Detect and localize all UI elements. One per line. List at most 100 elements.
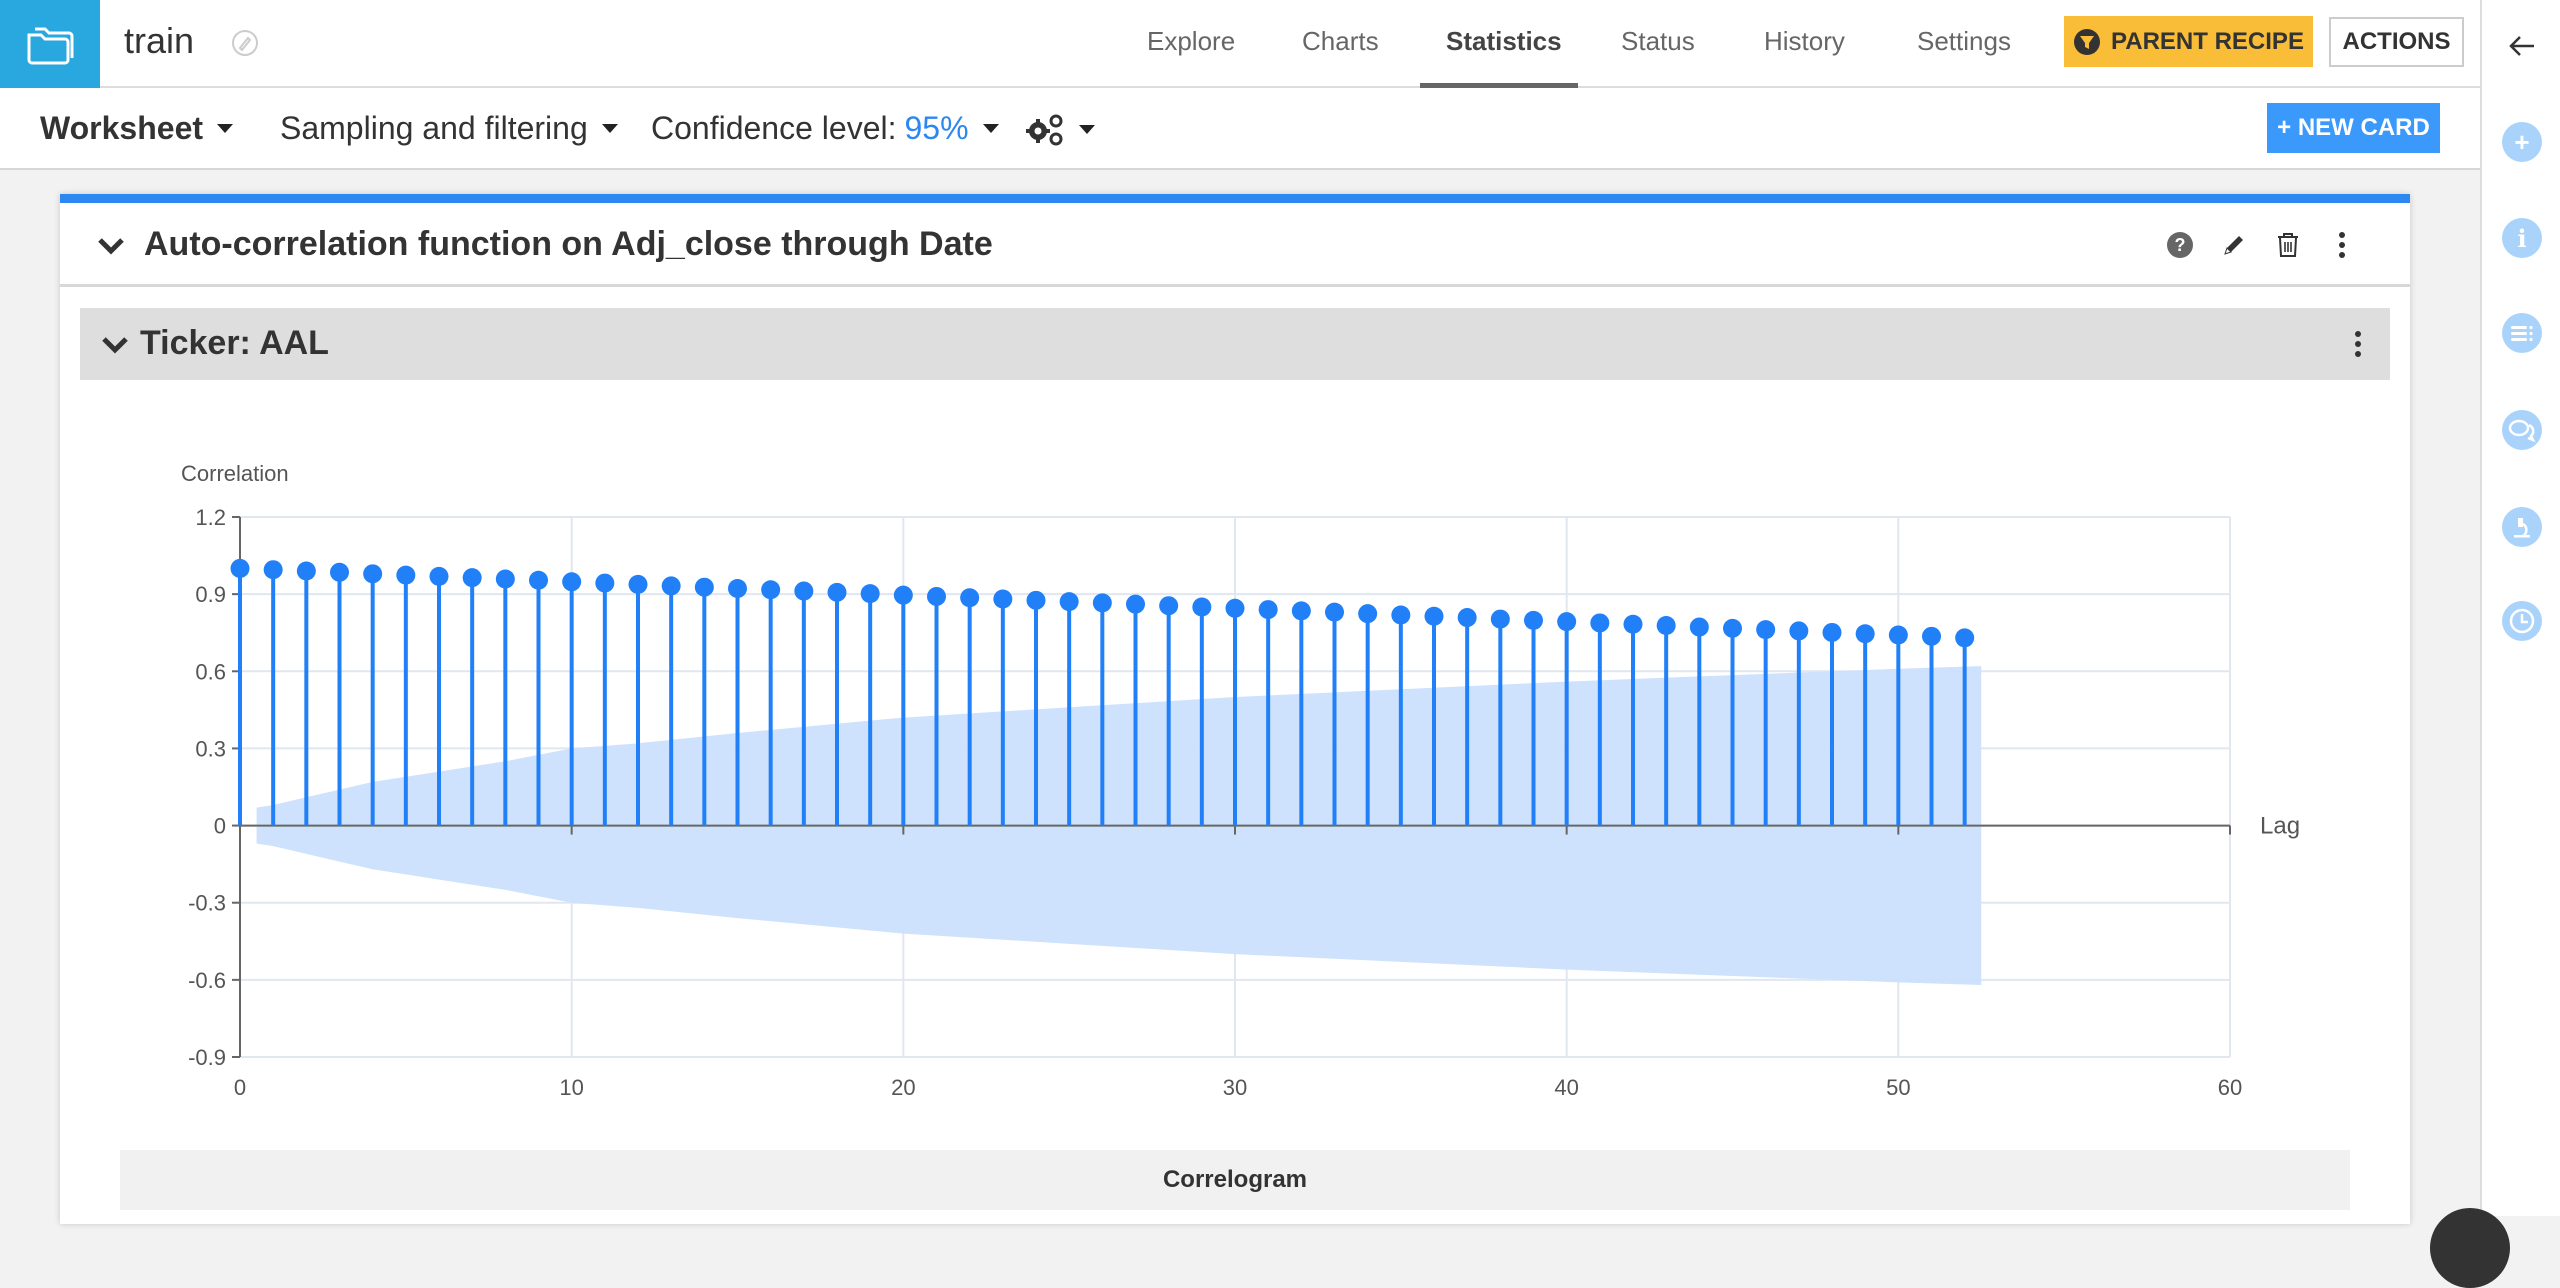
acf-point [529,570,548,590]
acf-point [495,569,515,589]
x-tick-label: 50 [1886,1075,1910,1100]
history-icon[interactable] [2502,601,2542,641]
acf-point [1258,600,1278,620]
acf-point [927,586,946,606]
acf-point [1424,606,1444,626]
chat-bubbles-glyph [2508,419,2536,443]
acf-point [1590,613,1610,633]
folder-icon [27,27,74,65]
discussions-icon[interactable] [2502,410,2542,450]
lab-icon[interactable] [2502,507,2542,547]
acf-point [993,589,1013,609]
acf-point [1092,593,1112,613]
x-tick-label: 10 [559,1075,583,1100]
acf-point [562,572,582,592]
acf-point [296,561,316,581]
new-card-button[interactable]: + NEW CARD [2267,103,2440,153]
acf-point [960,588,980,608]
acf-point [1656,616,1676,636]
acf-point [1059,592,1079,612]
acf-point [728,578,747,598]
plus-icon[interactable]: + [2502,122,2542,162]
y-axis-label: Correlation [181,461,289,486]
confidence-label: Confidence level: [651,110,897,146]
acf-point [1325,602,1344,622]
back-arrow-icon[interactable] [2508,34,2536,58]
acf-point [396,565,416,585]
list-lines-glyph [2511,325,2533,342]
confidence-level-dropdown[interactable]: Confidence level: 95% [651,110,999,147]
caret-down-icon [601,124,618,133]
clock-glyph [2509,608,2535,634]
acf-point [1955,628,1975,648]
acf-point [330,562,349,582]
acf-point [230,558,250,578]
acf-point [1922,626,1941,646]
acf-point [794,581,814,601]
acf-point [1391,605,1411,625]
info-icon[interactable]: i [2502,218,2542,258]
caret-down-icon [1079,124,1095,134]
tab-statistics[interactable]: Statistics [1446,26,1562,57]
list-icon[interactable] [2502,313,2542,353]
actions-button[interactable]: ACTIONS [2329,17,2464,67]
tab-explore[interactable]: Explore [1147,26,1235,57]
sampling-label: Sampling and filtering [280,110,588,146]
worksheet-label: Worksheet [40,110,204,146]
chat-launcher-button[interactable] [2430,1208,2510,1288]
parent-recipe-label: PARENT RECIPE [2111,27,2304,55]
funnel-icon [2074,28,2101,55]
x-axis-label: Lag [2260,813,2300,840]
acf-point [761,580,781,600]
worksheet-dropdown[interactable]: Worksheet [40,110,234,147]
acf-point [1822,622,1842,642]
acf-point [429,566,449,586]
acf-point [1225,598,1245,618]
acf-point [1126,594,1145,614]
y-tick-label: -0.3 [188,891,226,916]
acf-point [1855,624,1875,644]
acf-point [263,560,283,580]
tab-status[interactable]: Status [1621,26,1695,57]
y-tick-label: 0.3 [195,736,226,761]
chart-caption: Correlogram [120,1150,2350,1210]
acf-point [1756,620,1776,640]
acf-point [462,568,482,588]
confidence-value: 95% [904,110,969,146]
tab-history[interactable]: History [1764,26,1845,57]
acf-point [827,582,847,602]
acf-point [1291,601,1311,621]
acf-point [1026,590,1046,610]
y-tick-label: -0.6 [188,968,226,993]
acf-point [1490,609,1510,629]
top-bar: train Explore Charts Statistics Status H… [0,0,2480,88]
y-tick-label: 0.9 [195,582,226,607]
acf-point [1159,596,1179,616]
x-tick-label: 0 [234,1075,246,1100]
acf-point [1358,604,1378,624]
dataset-name: train [124,20,195,61]
tab-charts[interactable]: Charts [1302,26,1379,57]
acf-point [1557,612,1577,632]
acf-point [860,584,880,604]
dataset-home-button[interactable] [0,0,100,88]
microscope-glyph [2514,518,2530,538]
x-tick-label: 20 [891,1075,915,1100]
settings-dropdown[interactable] [1025,112,1095,146]
acf-point [1524,610,1543,630]
tab-settings[interactable]: Settings [1917,26,2011,57]
acf-point [1192,597,1212,617]
acf-point [363,564,383,584]
acf-point [1457,608,1477,628]
parent-recipe-button[interactable]: PARENT RECIPE [2064,16,2313,67]
sampling-dropdown[interactable]: Sampling and filtering [280,110,618,147]
y-tick-label: -0.9 [188,1045,226,1070]
x-tick-label: 30 [1223,1075,1247,1100]
acf-chart: 1.2 0.9 0.6 0.3 0 -0.3 -0.6 -0.9 0 10 20 30 40 50 60 C… [181,461,2300,1100]
acf-point [1789,621,1809,641]
y-tick-label: 1.2 [195,505,226,530]
acf-point [628,574,648,594]
compass-icon[interactable] [230,28,260,58]
acf-point [595,573,615,593]
acf-point [1723,618,1742,638]
